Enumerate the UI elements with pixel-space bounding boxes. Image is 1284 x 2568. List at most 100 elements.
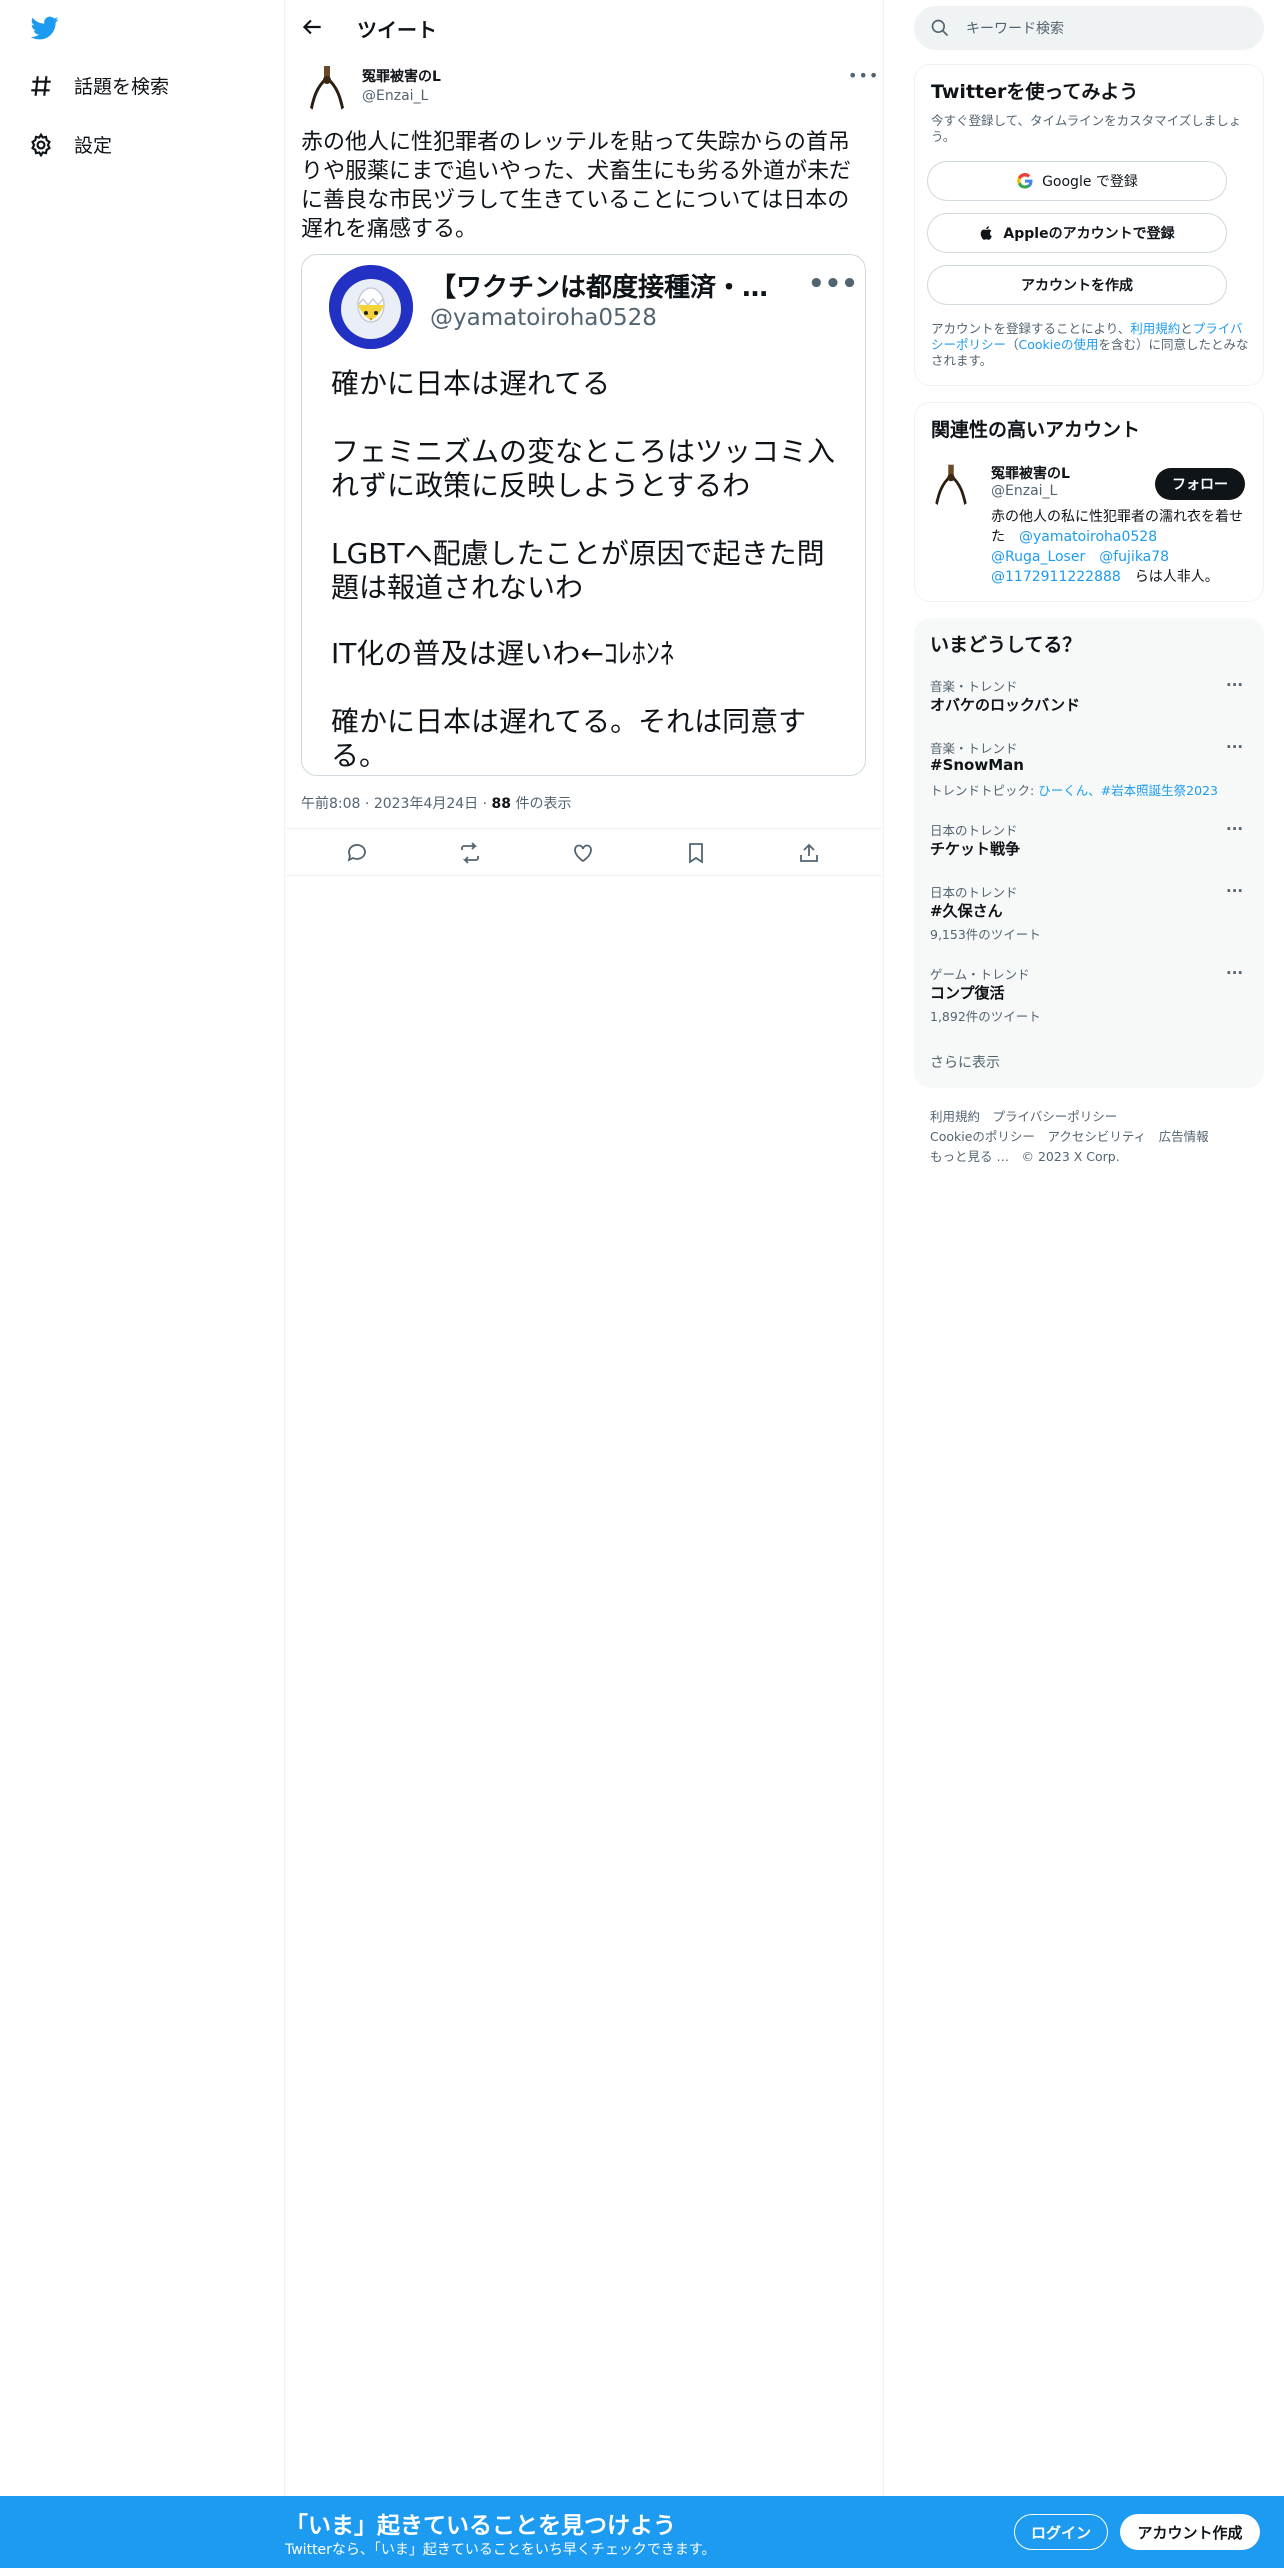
- trends-title: いまどうしてる？: [930, 634, 1082, 656]
- trend-category: 音楽・トレンド: [930, 679, 1018, 694]
- bio-mention[interactable]: @Ruga_Loser: [991, 549, 1085, 565]
- quote-more-icon: •••: [808, 269, 858, 299]
- create-account-label: アカウントを作成: [1021, 278, 1133, 294]
- footer-line-3: もっと見る … © 2023 X Corp.: [930, 1146, 1120, 1165]
- trend-name: オバケのロックバンド: [930, 696, 1081, 714]
- hanger-avatar-image: [934, 464, 968, 506]
- search-icon: [931, 19, 949, 37]
- views-label: 件の表示: [515, 796, 572, 812]
- tweet-date[interactable]: 2023年4月24日: [374, 796, 478, 812]
- create-account-button[interactable]: アカウントを作成: [927, 265, 1227, 305]
- heart-icon[interactable]: [571, 841, 595, 865]
- footer-link[interactable]: もっと見る …: [930, 1149, 1009, 1164]
- google-signup-label: Google で登録: [1042, 174, 1138, 190]
- bottom-signup-bar: 「いま」起きていることを見つけよう Twitterなら、「いま」起きていることを…: [0, 2496, 1284, 2568]
- cookie-link[interactable]: Cookieの使用: [1019, 337, 1099, 352]
- related-accounts-card: 関連性の高いアカウント 冤罪被害のL @Enzai_L フォロー 赤の他人の私に…: [914, 402, 1264, 602]
- signup-card-title: Twitterを使ってみよう: [931, 81, 1139, 103]
- terms-link[interactable]: 利用規約: [1130, 321, 1180, 336]
- nav-explore[interactable]: 話題を検索: [28, 72, 169, 99]
- google-signup-button[interactable]: Google で登録: [927, 161, 1227, 201]
- trend-more-icon[interactable]: ···: [1226, 820, 1243, 838]
- trend-category: 音楽・トレンド: [930, 741, 1018, 756]
- trend-more-icon[interactable]: ···: [1226, 738, 1243, 756]
- apple-signup-label: Appleのアカウントで登録: [1003, 226, 1175, 242]
- follow-button[interactable]: フォロー: [1155, 468, 1245, 500]
- related-name[interactable]: 冤罪被害のL: [991, 463, 1070, 483]
- tweet-actions: [285, 828, 884, 876]
- footer-line-2: Cookieのポリシー アクセシビリティ 広告情報: [930, 1126, 1209, 1145]
- quote-avatar: [329, 265, 413, 349]
- trend-topics-links[interactable]: ひーくん、#岩本照誕生祭2023: [1038, 783, 1218, 798]
- hanger-avatar-image: [309, 66, 345, 111]
- quote-line: LGBTへ配慮したことが原因で起きた問題は報道されないわ: [331, 537, 825, 604]
- trend-name: #SnowMan: [930, 756, 1024, 774]
- footer-link[interactable]: プライバシーポリシー: [993, 1109, 1118, 1124]
- bio-text: らは人非人。: [1134, 569, 1219, 585]
- trend-more-icon[interactable]: ···: [1226, 676, 1243, 694]
- footer-line-1: 利用規約 プライバシーポリシー: [930, 1106, 1117, 1125]
- signup-card-subtitle: 今すぐ登録して、タイムラインをカスタマイズしましょう。: [931, 113, 1242, 144]
- tweet-more-icon[interactable]: •••: [848, 66, 879, 85]
- trend-more-icon[interactable]: ···: [1226, 964, 1243, 982]
- retweet-icon[interactable]: [458, 841, 482, 865]
- trend-more-icon[interactable]: ···: [1226, 882, 1243, 900]
- bio-mention[interactable]: @fujika78: [1099, 549, 1169, 565]
- google-icon: [1017, 173, 1033, 189]
- bottom-bar-subtitle: Twitterなら、「いま」起きていることをいち早くチェックできます。: [285, 2542, 716, 2558]
- quote-author-name: 【ワクチンは都度接種済・油断禁物】: [430, 273, 770, 303]
- author-handle[interactable]: @Enzai_L: [362, 88, 428, 104]
- trend-name: コンプ復活: [930, 984, 1005, 1002]
- trend-tweet-count: 9,153件のツイート: [930, 927, 1041, 942]
- trend-tweet-count: 1,892件のツイート: [930, 1009, 1041, 1024]
- footer-link[interactable]: 広告情報: [1159, 1129, 1209, 1144]
- related-bio: 赤の他人の私に性犯罪者の濡れ衣を着せた @yamatoiroha0528 @Ru…: [991, 507, 1253, 587]
- trend-category: 日本のトレンド: [930, 885, 1018, 900]
- share-icon[interactable]: [797, 841, 821, 865]
- quoted-tweet[interactable]: 【ワクチンは都度接種済・油断禁物】 @yamatoiroha0528 ••• 確…: [301, 254, 866, 776]
- show-more-link[interactable]: さらに表示: [930, 1052, 1000, 1072]
- related-handle[interactable]: @Enzai_L: [991, 483, 1057, 499]
- search-input[interactable]: キーワード検索: [914, 6, 1264, 50]
- views-count: 88: [491, 796, 512, 812]
- nav-explore-label: 話題を検索: [74, 76, 170, 98]
- meta-separator: ·: [482, 796, 492, 812]
- page-title: ツイート: [357, 18, 437, 42]
- back-arrow-icon[interactable]: [299, 14, 325, 40]
- tweet-meta: 午前8:08 · 2023年4月24日 · 88 件の表示: [301, 793, 571, 813]
- signup-terms: アカウントを登録することにより、利用規約とプライバシーポリシー（Cookieの使…: [931, 321, 1249, 369]
- tweet-time[interactable]: 午前8:08: [301, 796, 360, 812]
- related-title: 関連性の高いアカウント: [931, 419, 1141, 441]
- author-avatar[interactable]: [301, 62, 353, 114]
- cookie-prefix: （: [1006, 337, 1019, 352]
- footer-link[interactable]: Cookieのポリシー: [930, 1129, 1035, 1144]
- author-name[interactable]: 冤罪被害のL: [362, 66, 441, 86]
- trend-category: ゲーム・トレンド: [930, 967, 1030, 982]
- signup-card: Twitterを使ってみよう 今すぐ登録して、タイムラインをカスタマイズしましょ…: [914, 64, 1264, 386]
- reply-icon[interactable]: [345, 841, 369, 865]
- copyright: © 2023 X Corp.: [1021, 1149, 1120, 1164]
- quote-line: IT化の普及は遅いわ←ｺﾚﾎﾝﾈ: [331, 637, 674, 670]
- quote-author-handle: @yamatoiroha0528: [430, 305, 657, 331]
- trend-topics: トレンドトピック: ひーくん、#岩本照誕生祭2023: [930, 780, 1218, 799]
- page-header: ツイート: [285, 0, 884, 54]
- footer-link[interactable]: 利用規約: [930, 1109, 980, 1124]
- nav-settings-label: 設定: [74, 135, 113, 157]
- trend-category: 日本のトレンド: [930, 823, 1018, 838]
- trend-name: #久保さん: [930, 902, 1003, 920]
- bio-mention[interactable]: @yamatoiroha0528: [1019, 529, 1157, 545]
- quote-line: フェミニズムの変なところはツッコミ入れずに政策に反映しようとするわ: [331, 435, 836, 502]
- nav-settings[interactable]: 設定: [28, 131, 112, 158]
- main-column: ツイート 冤罪被害のL @Enzai_L ••• 赤の他人に性犯罪者のレッテルを…: [285, 0, 884, 2568]
- apple-signup-button[interactable]: Appleのアカウントで登録: [927, 213, 1227, 253]
- footer-link[interactable]: アクセシビリティ: [1047, 1129, 1146, 1144]
- bio-mention[interactable]: @1172911222888: [991, 569, 1121, 585]
- trends-card: いまどうしてる？ 音楽・トレンド オバケのロックバンド ··· 音楽・トレンド …: [914, 618, 1264, 1088]
- trend-topics-label: トレンドトピック:: [930, 783, 1039, 798]
- egg-chick-avatar-image: [329, 265, 413, 349]
- login-button[interactable]: ログイン: [1014, 2514, 1108, 2550]
- twitter-bird-icon[interactable]: [28, 14, 62, 42]
- signup-button[interactable]: アカウント作成: [1120, 2514, 1260, 2550]
- related-avatar[interactable]: [927, 461, 975, 509]
- bookmark-icon[interactable]: [684, 841, 708, 865]
